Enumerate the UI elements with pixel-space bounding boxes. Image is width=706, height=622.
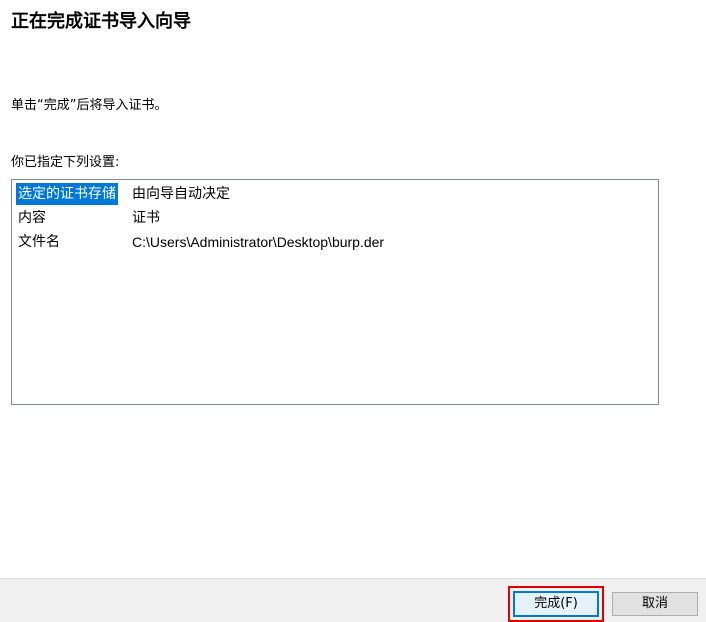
settings-key: 选定的证书存储 [16,183,118,205]
settings-list-label: 你已指定下列设置: [11,155,120,170]
settings-key: 内容 [18,210,46,226]
cancel-button[interactable]: 取消 [612,592,698,616]
finish-button[interactable]: 完成(F) [513,591,599,617]
settings-value: C:\Users\Administrator\Desktop\burp.der [132,234,385,250]
instruction-text: 单击“完成”后将导入证书。 [11,98,168,113]
settings-value: 证书 [132,210,160,226]
settings-key: 文件名 [18,234,60,250]
settings-value: 由向导自动决定 [132,186,230,202]
settings-listbox[interactable]: 选定的证书存储 由向导自动决定 内容 证书 文件名 C:\Users\Admin… [11,179,659,405]
wizard-title: 正在完成证书导入向导 [11,11,191,32]
